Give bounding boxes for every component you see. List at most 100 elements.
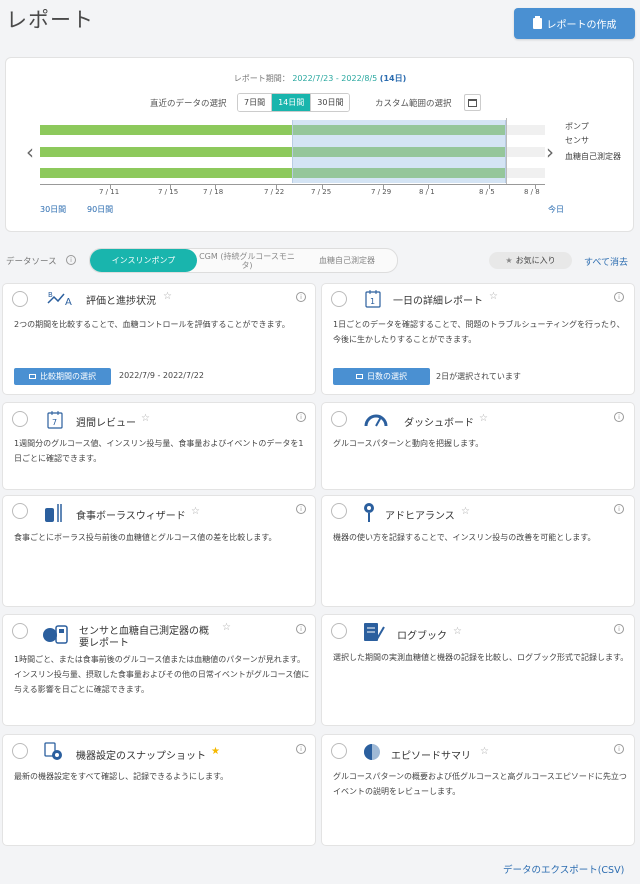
- period-label: レポート期間：: [233, 74, 290, 83]
- info-icon[interactable]: i: [296, 504, 306, 514]
- report-select-radio[interactable]: [12, 743, 28, 759]
- timeline-axis: [40, 184, 545, 185]
- info-icon[interactable]: i: [614, 624, 624, 634]
- tick-label: 7 / 18: [203, 188, 224, 196]
- report-period: レポート期間： 2022/7/23 - 2022/8/5 (14日): [0, 73, 640, 84]
- info-icon[interactable]: i: [614, 744, 624, 754]
- tick-label: 7 / 25: [311, 188, 332, 196]
- report-select-radio[interactable]: [331, 743, 347, 759]
- card-title: ダッシュボード: [404, 418, 474, 429]
- selected-days-text: 2日が選択されています: [436, 372, 521, 381]
- info-icon[interactable]: i: [614, 292, 624, 302]
- tick-label: 7 / 22: [264, 188, 285, 196]
- settings-gear-icon: [44, 742, 62, 760]
- chevron-right-icon[interactable]: ›: [546, 140, 554, 164]
- report-select-radio[interactable]: [331, 503, 347, 519]
- button-label: 日数の選択: [367, 372, 407, 381]
- favorites-label: お気に入り: [515, 256, 556, 265]
- card-description: 最新の機器設定をすべて確認し、記録できるようにします。: [14, 772, 229, 781]
- pie-chart-icon: [364, 744, 380, 760]
- period-dates: 2022/7/23 - 2022/8/5: [292, 74, 378, 83]
- favorite-star-icon[interactable]: ☆: [191, 506, 200, 517]
- report-select-radio[interactable]: [331, 291, 347, 307]
- calendar-day-icon: 1: [365, 290, 381, 308]
- sensor-meter-icon: [43, 625, 68, 644]
- svg-text:1: 1: [370, 297, 375, 306]
- tab-bg-meter[interactable]: 血糖自己測定器: [297, 249, 397, 272]
- series-label-bg-meter: 血糖自己測定器: [565, 152, 621, 161]
- favorite-star-icon[interactable]: ☆: [453, 626, 462, 637]
- create-report-label: レポートの作成: [546, 20, 617, 31]
- favorite-star-icon[interactable]: ☆: [489, 291, 498, 302]
- info-icon[interactable]: i: [614, 504, 624, 514]
- series-label-pump: ポンプ: [565, 122, 589, 131]
- tab-insulin-pump[interactable]: インスリンポンプ: [90, 249, 197, 272]
- select-comparison-period-button[interactable]: 比較期間の選択: [14, 368, 111, 385]
- favorite-star-icon[interactable]: ☆: [222, 622, 231, 633]
- create-report-button[interactable]: レポートの作成: [514, 8, 635, 39]
- favorites-button[interactable]: ★ お気に入り: [489, 252, 572, 269]
- calendar-icon: [468, 98, 477, 107]
- link-90-days[interactable]: 90日間: [87, 204, 113, 215]
- card-title: エピソードサマリ: [391, 751, 471, 762]
- range-30-days[interactable]: 30日間: [311, 94, 350, 111]
- card-title: 評価と進捗状況: [86, 296, 156, 307]
- tick-label: 8 / 1: [419, 188, 435, 196]
- card-title: アドヒアランス: [385, 511, 455, 522]
- info-icon[interactable]: i: [296, 412, 306, 422]
- tick-label: 8 / 8: [524, 188, 540, 196]
- custom-range-label: カスタム範囲の選択: [375, 99, 452, 109]
- favorite-star-icon[interactable]: ☆: [480, 746, 489, 757]
- today-marker: [506, 118, 507, 185]
- tick-label: 7 / 15: [158, 188, 179, 196]
- card-description: 食事ごとにボーラス投与前後の血糖値とグルコース値の差を比較します。: [14, 533, 277, 542]
- link-today[interactable]: 今日: [548, 204, 564, 215]
- chevron-left-icon[interactable]: ‹: [26, 140, 34, 164]
- card-title: 食事ボーラスウィザード: [76, 511, 186, 522]
- report-select-radio[interactable]: [12, 411, 28, 427]
- clear-all-link[interactable]: すべて消去: [584, 255, 628, 268]
- report-select-radio[interactable]: [331, 411, 347, 427]
- calendar-button[interactable]: [464, 94, 481, 111]
- selected-range-highlight[interactable]: [292, 120, 506, 183]
- card-description: 1日ごとのデータを確認することで、問題のトラブルシューティングを行ったり、今後に…: [333, 320, 625, 344]
- report-select-radio[interactable]: [12, 503, 28, 519]
- card-description: 2つの期間を比較することで、血糖コントロールを評価することができます。: [14, 320, 290, 329]
- range-14-days[interactable]: 14日間: [272, 94, 312, 111]
- range-selector: 7日間 14日間 30日間: [237, 93, 351, 112]
- tab-cgm[interactable]: CGM (持続グルコースモニタ): [197, 249, 297, 272]
- calendar-icon: [29, 374, 36, 379]
- export-csv-link[interactable]: データのエクスポート(CSV): [503, 862, 624, 876]
- card-title: ログブック: [397, 631, 447, 642]
- favorite-star-icon[interactable]: ☆: [163, 291, 172, 302]
- tick-label: 7 / 29: [371, 188, 392, 196]
- period-days: (14日): [379, 74, 407, 83]
- range-7-days[interactable]: 7日間: [238, 94, 273, 111]
- trend-chart-icon: BA: [47, 291, 72, 307]
- card-description: グルコースパターンと動向を把握します。: [333, 439, 484, 448]
- favorite-star-icon[interactable]: ★: [211, 746, 220, 757]
- favorite-star-icon[interactable]: ☆: [479, 413, 488, 424]
- info-icon[interactable]: i: [296, 292, 306, 302]
- link-30-days[interactable]: 30日間: [40, 204, 66, 215]
- datasource-label: データソース: [6, 257, 57, 267]
- svg-text:A: A: [65, 297, 72, 307]
- report-select-radio[interactable]: [331, 623, 347, 639]
- favorite-star-icon[interactable]: ☆: [461, 506, 470, 517]
- info-icon[interactable]: i: [614, 412, 624, 422]
- series-label-sensor: センサ: [565, 136, 589, 145]
- card-title: 機器設定のスナップショット: [76, 751, 206, 762]
- report-select-radio[interactable]: [12, 623, 28, 639]
- report-select-radio[interactable]: [12, 291, 28, 307]
- card-description: 1週間分のグルコース値、インスリン投与量、食事量およびイベントのデータを1日ごと…: [14, 439, 304, 463]
- card-title: 週間レビュー: [76, 418, 136, 429]
- info-icon[interactable]: i: [296, 624, 306, 634]
- clipboard-icon: [532, 16, 542, 29]
- tick-label: 8 / 5: [479, 188, 495, 196]
- datasource-tabs: インスリンポンプ CGM (持続グルコースモニタ) 血糖自己測定器: [89, 248, 398, 273]
- favorite-star-icon[interactable]: ☆: [141, 413, 150, 424]
- select-days-button[interactable]: 日数の選択: [333, 368, 430, 385]
- info-icon[interactable]: i: [296, 744, 306, 754]
- calendar-week-icon: 7: [47, 411, 63, 429]
- info-icon[interactable]: i: [66, 255, 76, 265]
